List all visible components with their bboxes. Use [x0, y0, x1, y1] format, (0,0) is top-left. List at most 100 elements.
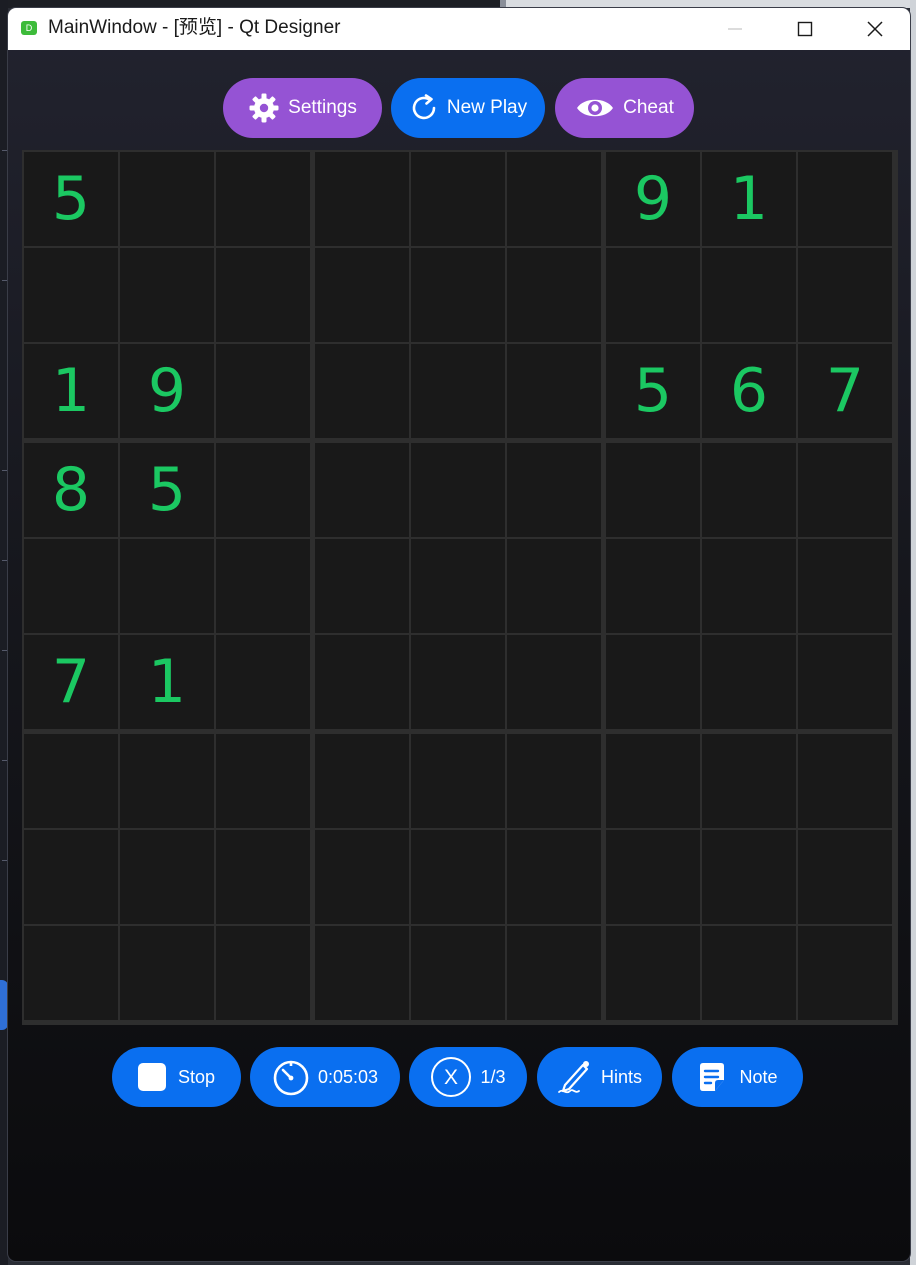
- sudoku-cell[interactable]: [507, 344, 601, 438]
- sudoku-cell[interactable]: [606, 443, 700, 537]
- sudoku-cell[interactable]: [315, 926, 409, 1020]
- note-button[interactable]: Note: [672, 1047, 803, 1107]
- sudoku-cell[interactable]: [24, 539, 118, 633]
- sudoku-cell[interactable]: [702, 830, 796, 924]
- sudoku-cell[interactable]: [798, 635, 892, 729]
- sudoku-cell[interactable]: [606, 734, 700, 828]
- sudoku-cell[interactable]: [606, 926, 700, 1020]
- sudoku-cell[interactable]: [702, 443, 796, 537]
- sudoku-cell[interactable]: [702, 539, 796, 633]
- sudoku-cell[interactable]: 7: [798, 344, 892, 438]
- sudoku-cell[interactable]: [315, 635, 409, 729]
- sudoku-cell[interactable]: [411, 635, 505, 729]
- sudoku-cell[interactable]: [411, 734, 505, 828]
- sudoku-cell[interactable]: [216, 248, 310, 342]
- sudoku-cell[interactable]: [798, 539, 892, 633]
- mistake-x-letter: X: [444, 1066, 458, 1089]
- sudoku-cell[interactable]: [315, 734, 409, 828]
- sudoku-cell[interactable]: [315, 344, 409, 438]
- maximize-icon: [797, 21, 813, 37]
- sudoku-cell[interactable]: [411, 443, 505, 537]
- sudoku-cell[interactable]: [411, 248, 505, 342]
- sudoku-cell[interactable]: [507, 152, 601, 246]
- minimize-button[interactable]: [700, 8, 770, 50]
- note-icon: [700, 1063, 725, 1091]
- sudoku-cell[interactable]: [216, 734, 310, 828]
- sudoku-cell[interactable]: [798, 926, 892, 1020]
- sudoku-cell[interactable]: [120, 248, 214, 342]
- settings-button[interactable]: Settings: [223, 78, 382, 138]
- sudoku-cell[interactable]: 6: [702, 344, 796, 438]
- sudoku-cell[interactable]: [702, 734, 796, 828]
- sudoku-cell[interactable]: [216, 152, 310, 246]
- sudoku-cell[interactable]: 5: [606, 344, 700, 438]
- note-label: Note: [739, 1066, 778, 1087]
- sudoku-cell[interactable]: [411, 830, 505, 924]
- sudoku-cell[interactable]: [606, 635, 700, 729]
- sudoku-cell[interactable]: [120, 830, 214, 924]
- sudoku-cell[interactable]: 1: [120, 635, 214, 729]
- sudoku-cell[interactable]: [702, 926, 796, 1020]
- sudoku-cell[interactable]: [216, 344, 310, 438]
- sudoku-cell[interactable]: [507, 926, 601, 1020]
- sudoku-cell[interactable]: [411, 152, 505, 246]
- sudoku-cell[interactable]: [606, 539, 700, 633]
- sudoku-cell[interactable]: [507, 830, 601, 924]
- sudoku-cell[interactable]: [120, 734, 214, 828]
- bottom-toolbar: Stop 0:05:03 X 1/3 Hints Note: [8, 1047, 910, 1107]
- sudoku-cell[interactable]: 9: [120, 344, 214, 438]
- sudoku-cell[interactable]: [24, 248, 118, 342]
- sudoku-cell[interactable]: [507, 443, 601, 537]
- sudoku-cell[interactable]: [315, 152, 409, 246]
- sudoku-cell[interactable]: 8: [24, 443, 118, 537]
- stop-button[interactable]: Stop: [112, 1047, 241, 1107]
- sudoku-cell[interactable]: 9: [606, 152, 700, 246]
- sudoku-cell[interactable]: [507, 734, 601, 828]
- maximize-button[interactable]: [770, 8, 840, 50]
- cheat-button[interactable]: Cheat: [555, 78, 694, 138]
- sudoku-cell[interactable]: [216, 926, 310, 1020]
- sudoku-cell[interactable]: [315, 539, 409, 633]
- sudoku-cell[interactable]: [798, 152, 892, 246]
- sudoku-cell[interactable]: [216, 443, 310, 537]
- sudoku-cell[interactable]: [702, 248, 796, 342]
- sudoku-cell[interactable]: [798, 734, 892, 828]
- sudoku-cell[interactable]: [798, 443, 892, 537]
- new-play-button[interactable]: New Play: [391, 78, 545, 138]
- sudoku-cell[interactable]: [798, 830, 892, 924]
- sudoku-cell[interactable]: [120, 926, 214, 1020]
- sudoku-cell[interactable]: [606, 830, 700, 924]
- sudoku-cell[interactable]: [24, 830, 118, 924]
- sudoku-cell[interactable]: [24, 734, 118, 828]
- sudoku-cell[interactable]: [216, 830, 310, 924]
- sudoku-cell[interactable]: [507, 248, 601, 342]
- sudoku-cell[interactable]: [315, 248, 409, 342]
- sudoku-cell[interactable]: [315, 830, 409, 924]
- sudoku-cell[interactable]: [411, 344, 505, 438]
- desktop-background-left: [0, 0, 8, 1265]
- sudoku-cell[interactable]: [24, 926, 118, 1020]
- sudoku-cell[interactable]: 1: [702, 152, 796, 246]
- sudoku-cell[interactable]: [798, 248, 892, 342]
- qt-designer-app-icon: D: [21, 21, 37, 35]
- sudoku-cell[interactable]: 7: [24, 635, 118, 729]
- sudoku-cell[interactable]: [315, 443, 409, 537]
- sudoku-cell[interactable]: [216, 539, 310, 633]
- sudoku-cell[interactable]: [702, 635, 796, 729]
- title-bar[interactable]: D MainWindow - [预览] - Qt Designer: [8, 8, 910, 50]
- sudoku-cell[interactable]: 5: [120, 443, 214, 537]
- timer-value: 0:05:03: [317, 1066, 379, 1087]
- sudoku-cell[interactable]: 1: [24, 344, 118, 438]
- close-button[interactable]: [840, 8, 910, 50]
- sudoku-cell[interactable]: [606, 248, 700, 342]
- sudoku-cell[interactable]: [507, 539, 601, 633]
- sudoku-cell[interactable]: [120, 539, 214, 633]
- sudoku-cell[interactable]: [120, 152, 214, 246]
- hints-button[interactable]: Hints: [537, 1047, 662, 1107]
- sudoku-cell[interactable]: 5: [24, 152, 118, 246]
- sudoku-cell[interactable]: [411, 926, 505, 1020]
- stop-label: Stop: [177, 1066, 216, 1087]
- sudoku-cell[interactable]: [411, 539, 505, 633]
- sudoku-cell[interactable]: [216, 635, 310, 729]
- sudoku-cell[interactable]: [507, 635, 601, 729]
